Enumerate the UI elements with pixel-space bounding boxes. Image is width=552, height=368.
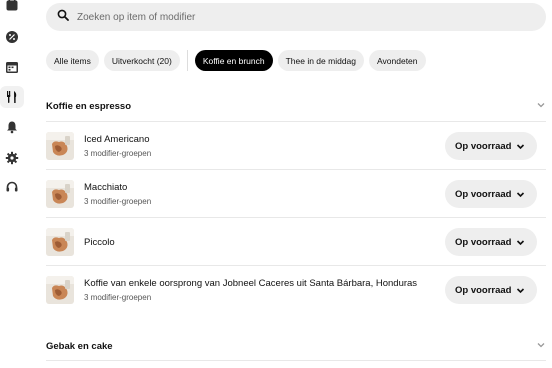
chip-coffee-brunch[interactable]: Koffie en brunch bbox=[194, 50, 273, 71]
section-title: Koffie en espresso bbox=[46, 100, 131, 112]
stock-status-label: Op voorraad bbox=[455, 236, 512, 248]
support-icon[interactable] bbox=[4, 179, 20, 195]
chevron-down-icon bbox=[516, 191, 525, 197]
search-bar[interactable] bbox=[46, 3, 546, 31]
search-input[interactable] bbox=[77, 11, 477, 23]
list-item[interactable]: Piccolo Op voorraad bbox=[46, 218, 546, 266]
calendar-grid-icon[interactable] bbox=[4, 59, 20, 75]
list-item[interactable]: Iced Americano 3 modifier-groepen Op voo… bbox=[46, 122, 546, 170]
item-thumbnail bbox=[46, 276, 74, 304]
utensils-icon[interactable] bbox=[0, 86, 24, 108]
item-thumbnail bbox=[46, 180, 74, 208]
discount-icon[interactable] bbox=[4, 29, 20, 45]
stock-status-label: Op voorraad bbox=[455, 188, 512, 200]
chevron-down-icon[interactable] bbox=[536, 337, 546, 355]
chevron-down-icon[interactable] bbox=[536, 97, 546, 115]
stock-status-dropdown[interactable]: Op voorraad bbox=[445, 228, 537, 256]
chevron-down-icon bbox=[516, 143, 525, 149]
stock-status-dropdown[interactable]: Op voorraad bbox=[445, 276, 537, 304]
sidebar bbox=[0, 0, 26, 368]
stock-status-label: Op voorraad bbox=[455, 140, 512, 152]
filter-chips: Alle items Uitverkocht (20) Koffie en br… bbox=[46, 50, 431, 71]
stock-status-dropdown[interactable]: Op voorraad bbox=[445, 132, 537, 160]
chip-afternoon-tea[interactable]: Thee in de middag bbox=[277, 50, 365, 71]
chip-dinner[interactable]: Avondeten bbox=[369, 50, 426, 71]
divider bbox=[46, 360, 546, 361]
stock-status-label: Op voorraad bbox=[455, 284, 512, 296]
item-thumbnail bbox=[46, 228, 74, 256]
chip-all-items[interactable]: Alle items bbox=[46, 50, 99, 71]
search-icon bbox=[57, 8, 69, 26]
list-item[interactable]: Koffie van enkele oorsprong van Jobneel … bbox=[46, 266, 546, 314]
chevron-down-icon bbox=[516, 239, 525, 245]
section-header-pastry[interactable]: Gebak en cake bbox=[46, 336, 546, 356]
calendar-icon[interactable] bbox=[4, 0, 20, 13]
section-title: Gebak en cake bbox=[46, 340, 113, 352]
chevron-down-icon bbox=[516, 287, 525, 293]
chip-divider bbox=[186, 50, 188, 71]
bell-icon[interactable] bbox=[4, 119, 20, 135]
section-header-coffee[interactable]: Koffie en espresso bbox=[46, 96, 546, 116]
gear-icon[interactable] bbox=[4, 150, 20, 166]
item-thumbnail bbox=[46, 132, 74, 160]
stock-status-dropdown[interactable]: Op voorraad bbox=[445, 180, 537, 208]
list-item[interactable]: Macchiato 3 modifier-groepen Op voorraad bbox=[46, 170, 546, 218]
chip-sold-out[interactable]: Uitverkocht (20) bbox=[103, 50, 180, 71]
